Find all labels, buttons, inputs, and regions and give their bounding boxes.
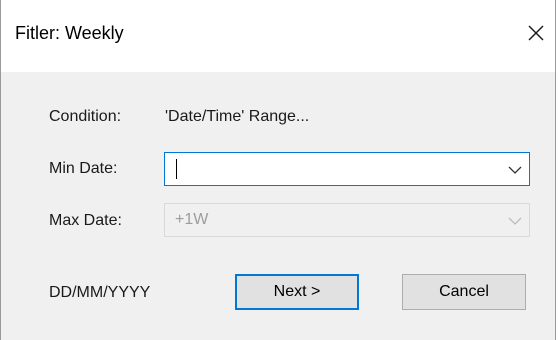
title-bar: Fitler: Weekly (1, 0, 555, 72)
condition-label: Condition: (49, 108, 122, 125)
close-icon (528, 25, 544, 41)
date-format-hint: DD/MM/YYYY (49, 284, 151, 301)
chevron-down-icon (508, 217, 522, 225)
max-date-label: Max Date: (49, 212, 122, 229)
chevron-down-icon (508, 166, 522, 174)
max-date-combobox: +1W (164, 203, 530, 237)
max-date-value: +1W (175, 211, 209, 228)
min-date-label: Min Date: (49, 160, 118, 177)
next-button[interactable]: Next > (235, 274, 359, 310)
window-title: Fitler: Weekly (15, 23, 124, 43)
filter-dialog: Fitler: Weekly Condition: 'Date/Time' Ra… (0, 0, 556, 340)
condition-value: 'Date/Time' Range... (165, 108, 310, 125)
min-date-combobox[interactable] (164, 152, 530, 186)
max-date-dropdown-button (507, 213, 523, 229)
cancel-button[interactable]: Cancel (402, 274, 526, 310)
min-date-dropdown-button[interactable] (507, 162, 523, 178)
close-button[interactable] (517, 14, 555, 52)
text-cursor (176, 159, 177, 179)
